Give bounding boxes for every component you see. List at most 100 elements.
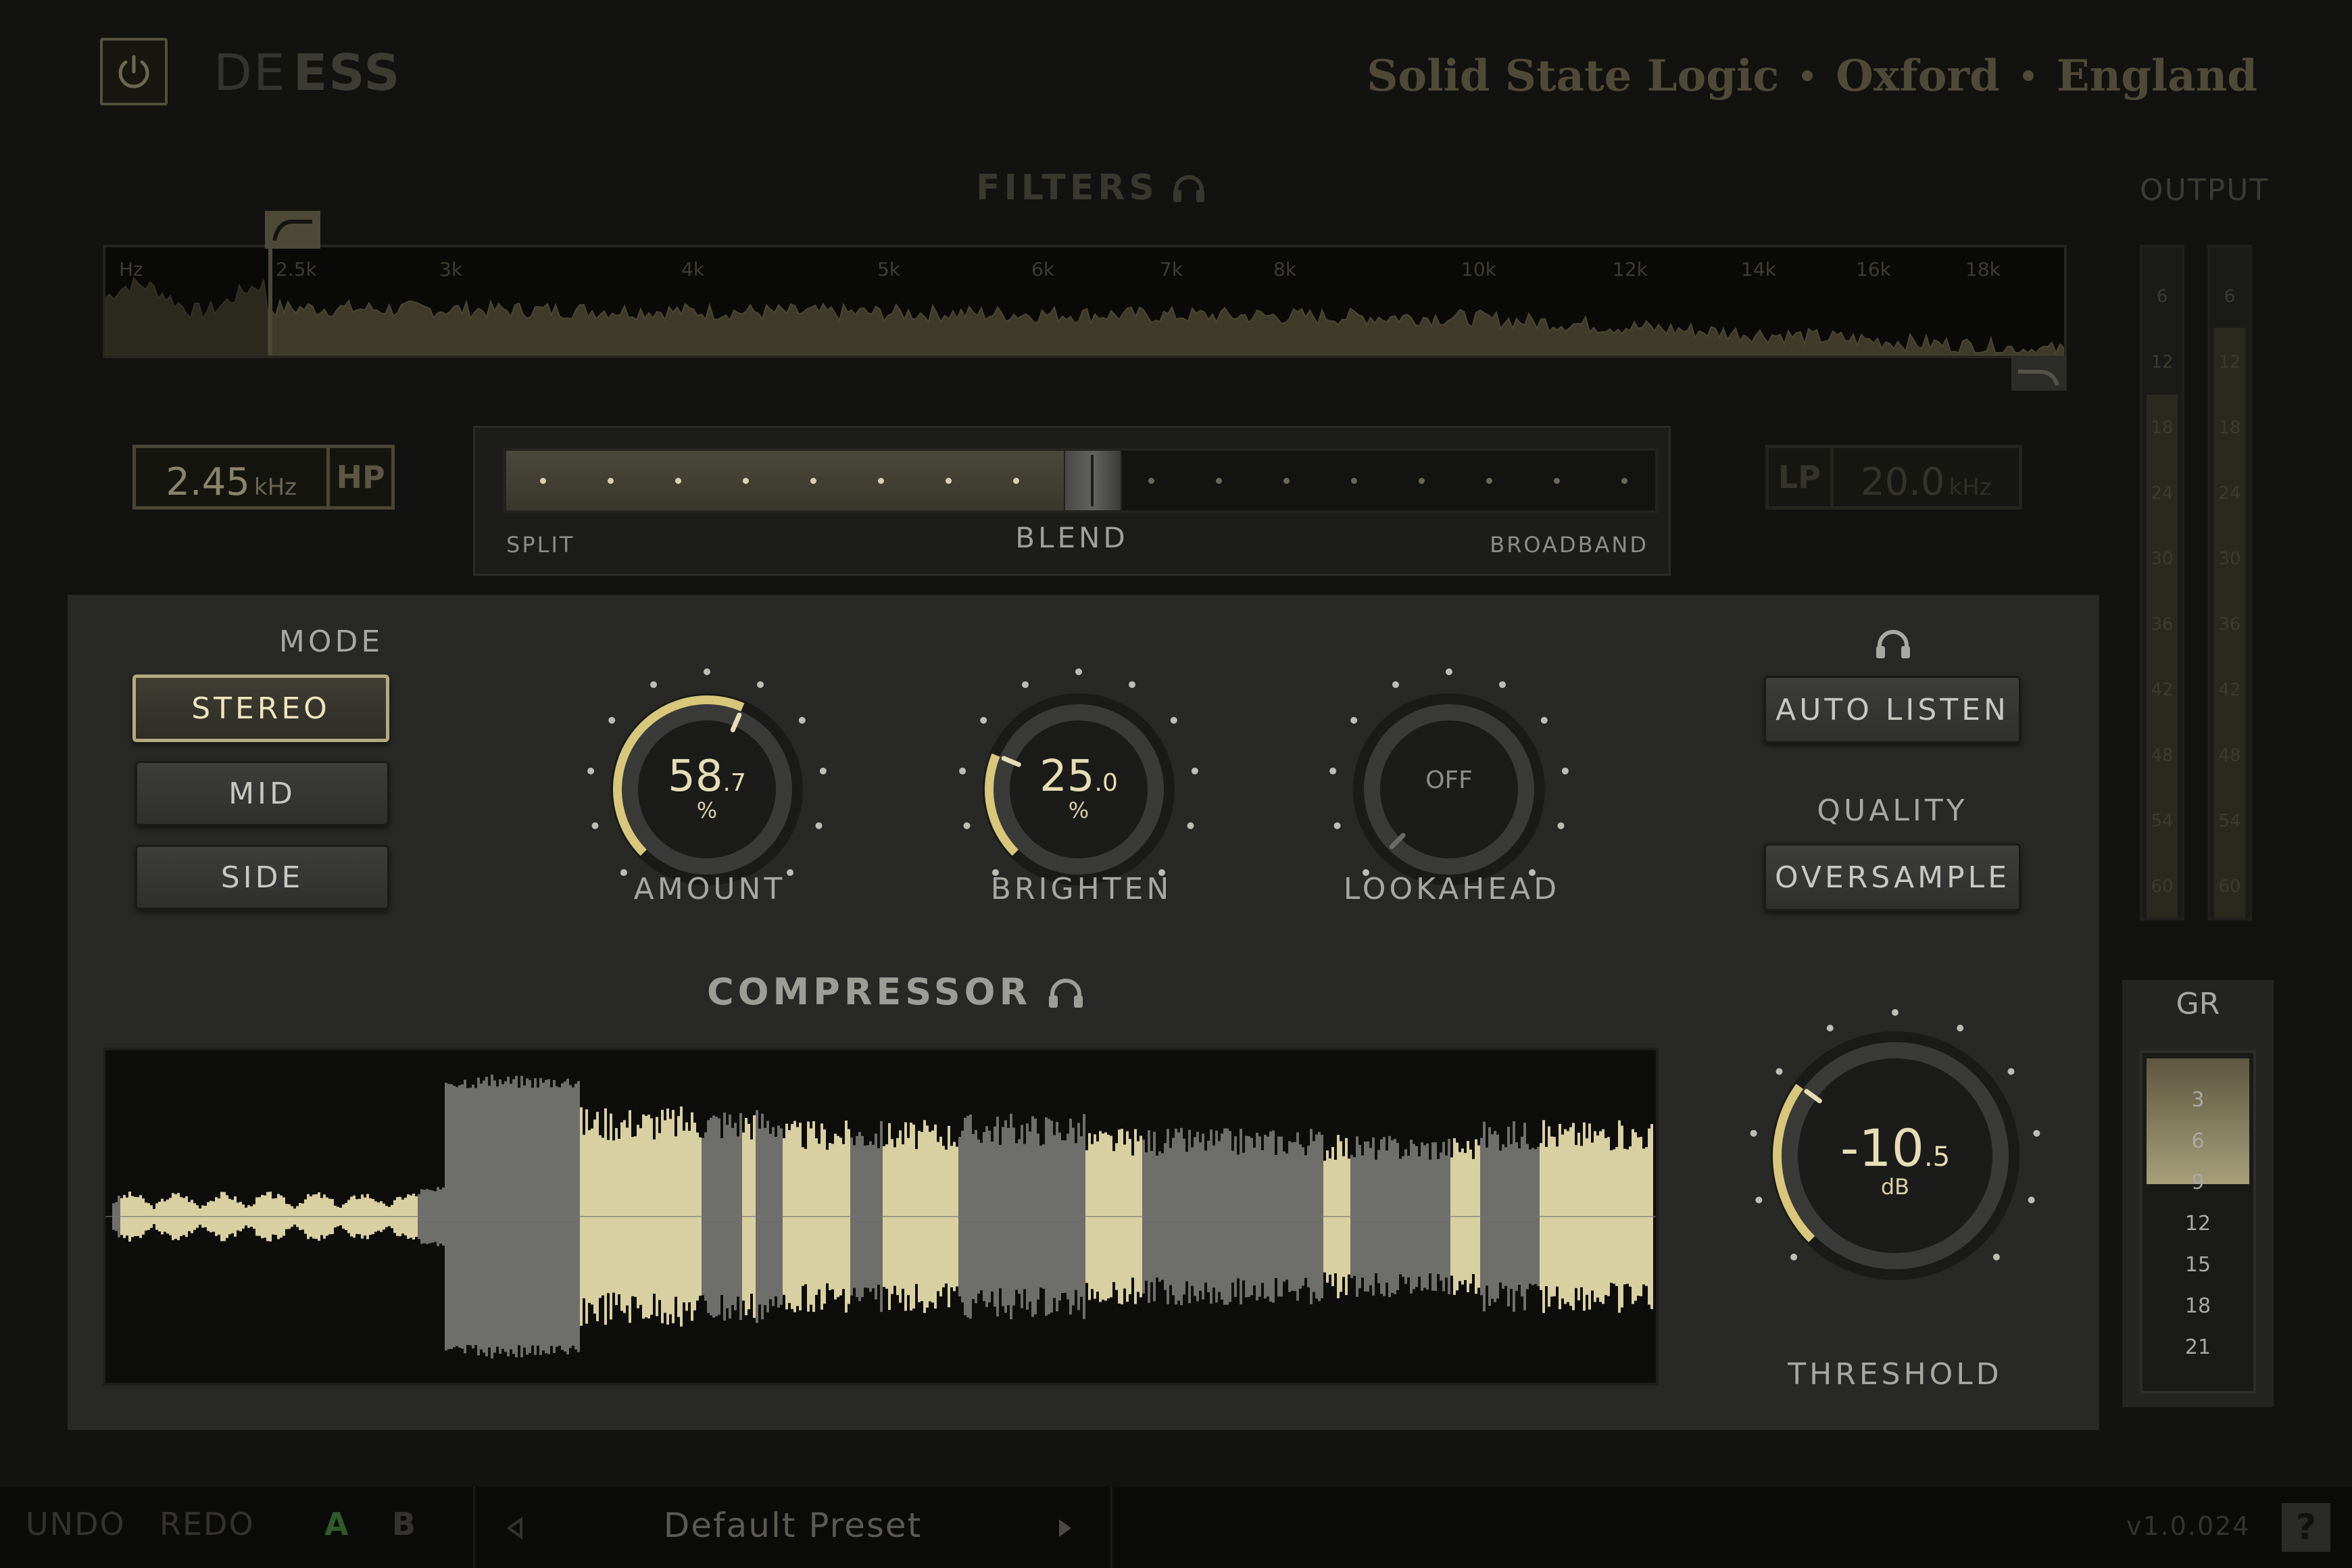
hp-filter-handle[interactable] [265, 211, 320, 249]
knob-scale-dot [1392, 681, 1400, 688]
output-meter-tick: 48 [2218, 745, 2241, 766]
blend-step-dot [1148, 478, 1154, 484]
ab-a-button[interactable]: A [324, 1506, 350, 1542]
brighten-unit: % [1068, 798, 1089, 823]
knob-scale-dot [1826, 1025, 1834, 1032]
knob-scale-dot [798, 716, 806, 724]
blend-step-dot [675, 478, 681, 484]
mode-mid-button[interactable]: MID [135, 761, 389, 826]
power-icon [118, 55, 149, 89]
blend-step-dot [810, 478, 816, 484]
oversample-button[interactable]: OVERSAMPLE [1764, 843, 2021, 911]
version-label: v1.0.024 [2126, 1511, 2251, 1541]
output-meter-tick: 36 [2218, 614, 2241, 635]
output-meter-tick: 36 [2151, 614, 2174, 635]
lp-freq-value: 20.0 [1860, 460, 1945, 504]
knob-scale-dot [980, 716, 987, 724]
freq-label: 14k [1741, 258, 1776, 280]
knob-scale-dot [704, 668, 710, 675]
headphones-icon[interactable] [1046, 975, 1085, 1009]
filters-title: FILTERS [976, 168, 1207, 208]
threshold-label: THRESHOLD [1788, 1357, 2003, 1392]
threshold-knob[interactable]: -10.5 dB [1746, 1007, 2044, 1304]
freq-label: 10k [1461, 258, 1496, 280]
spectrum-display[interactable]: Hz 2.5k 3k 4k 5k 6k 7k 8k 10k 12k 14k 16… [103, 245, 2067, 358]
lp-value: 20.0 kHz [1834, 448, 2019, 506]
output-title: OUTPUT [2140, 173, 2270, 207]
mode-stereo-button[interactable]: STEREO [132, 675, 389, 742]
headphones-icon[interactable] [1873, 627, 1913, 660]
mode-title: MODE [278, 624, 384, 659]
undo-button[interactable]: UNDO [26, 1506, 126, 1542]
lp-freq-unit: kHz [1949, 474, 1992, 501]
output-meter-tick: 42 [2218, 680, 2241, 700]
gr-tick: 12 [2184, 1212, 2211, 1235]
blend-title: BLEND [1015, 521, 1129, 554]
knob-scale-dot [1992, 1253, 2000, 1260]
hp-frequency-field[interactable]: 2.45 kHz HP [132, 445, 395, 510]
knob-scale-dot [1128, 681, 1135, 688]
product-name-light: DE [214, 44, 287, 102]
knob-scale-dot [1022, 681, 1029, 688]
knob-scale-dot [815, 822, 823, 829]
knob-scale-dot [1957, 1025, 1964, 1032]
brighten-value-int: 25 [1039, 752, 1095, 802]
freq-label: 3k [439, 258, 463, 280]
blend-step-dot [946, 478, 952, 484]
waveform-graph [105, 1075, 1656, 1358]
output-meter-tick: 60 [2218, 877, 2241, 897]
help-button[interactable]: ? [2282, 1503, 2330, 1552]
redo-button[interactable]: REDO [160, 1506, 255, 1542]
knob-scale-dot [1540, 716, 1548, 724]
headphones-icon[interactable] [1171, 172, 1207, 203]
output-meter-tick: 6 [2156, 287, 2168, 307]
output-meter-tick: 30 [2218, 549, 2241, 569]
auto-listen-button[interactable]: AUTO LISTEN [1764, 676, 2021, 743]
knob-scale-dot [1187, 822, 1194, 829]
compressor-waveform-display [103, 1048, 1659, 1386]
gr-tick: 9 [2191, 1171, 2205, 1194]
gr-meter-panel: GR 3 6 9 12 15 18 21 [2122, 980, 2274, 1407]
blend-step-dot [1216, 478, 1222, 484]
next-preset-icon[interactable] [1055, 1517, 1075, 1540]
amount-label: AMOUNT [633, 872, 786, 906]
output-meter-tick: 54 [2151, 811, 2174, 831]
blend-slider-thumb[interactable] [1064, 449, 1122, 512]
preset-name[interactable]: Default Preset [475, 1506, 1110, 1545]
hp-freq-unit: kHz [253, 474, 297, 501]
highpass-curve-icon [272, 220, 312, 241]
lp-filter-handle[interactable] [2011, 356, 2067, 391]
blend-step-dot [1013, 478, 1019, 484]
freq-label: 2.5k [276, 258, 317, 280]
output-meter-tick: 42 [2151, 680, 2174, 700]
knob-scale-dot [963, 822, 971, 829]
gr-tick: 21 [2184, 1336, 2211, 1359]
amount-value-frac: .7 [722, 769, 746, 797]
brand-dot [2022, 70, 2034, 81]
lp-frequency-field[interactable]: LP 20.0 kHz [1765, 445, 2022, 510]
gr-tick: 18 [2184, 1294, 2211, 1318]
filters-title-label: FILTERS [976, 168, 1158, 208]
output-meter-right: 6 12 18 24 30 36 42 48 54 60 [2207, 245, 2252, 921]
hp-toggle[interactable]: HP [326, 448, 391, 506]
gr-tick: 15 [2184, 1253, 2211, 1277]
blend-step-dot [1283, 478, 1290, 484]
ab-b-button[interactable]: B [392, 1506, 417, 1542]
threshold-value: -10.5 dB [1746, 1118, 2044, 1200]
hp-freq-value: 2.45 [166, 460, 250, 504]
blend-control: SPLIT BROADBAND BLEND [473, 426, 1671, 576]
output-meter-tick: 48 [2151, 745, 2174, 766]
brand-logo: Solid State Logic Oxford England [1367, 42, 2257, 109]
output-meter-tick: 18 [2218, 418, 2241, 438]
mode-side-button[interactable]: SIDE [135, 845, 389, 910]
blend-slider[interactable] [504, 448, 1658, 513]
output-meter-tick: 54 [2218, 811, 2241, 831]
hp-value: 2.45 kHz [136, 448, 326, 506]
output-meter-tick: 12 [2151, 352, 2174, 372]
power-button[interactable] [100, 38, 168, 105]
compressor-title-label: COMPRESSOR [707, 971, 1032, 1013]
plugin-window: DE ESS Solid State Logic Oxford England F… [0, 0, 2352, 1568]
freq-label: 18k [1965, 258, 2001, 280]
lp-toggle[interactable]: LP [1769, 448, 1834, 506]
blend-step-dot [1351, 478, 1357, 484]
